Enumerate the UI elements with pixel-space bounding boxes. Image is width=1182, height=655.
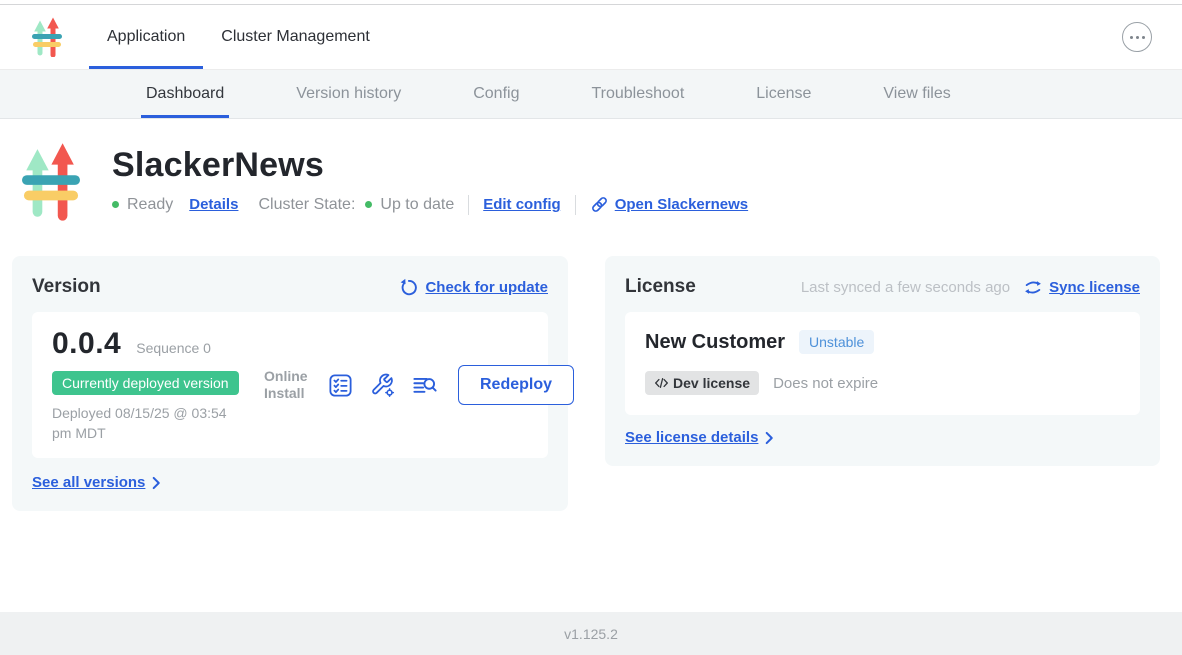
page-title: SlackerNews	[112, 147, 748, 184]
more-menu-button[interactable]	[1122, 22, 1152, 52]
last-synced-label: Last synced a few seconds ago	[801, 279, 1010, 296]
tab-troubleshoot[interactable]: Troubleshoot	[586, 70, 689, 118]
app-status-dot-icon	[112, 201, 119, 208]
edit-config-link[interactable]: Edit config	[483, 196, 561, 213]
check-for-update-link[interactable]: Check for update	[399, 278, 548, 297]
edit-config-button[interactable]	[368, 371, 396, 399]
chevron-right-icon	[152, 476, 161, 490]
app-logo-nav[interactable]	[32, 17, 62, 57]
see-license-details-label: See license details	[625, 429, 758, 446]
app-status-row: Ready Details Cluster State: Up to date …	[112, 195, 748, 215]
cluster-state-value: Up to date	[380, 196, 454, 214]
cluster-state-dot-icon	[365, 201, 372, 208]
sync-arrows-icon	[1024, 279, 1042, 296]
primary-tabs: Application Cluster Management	[89, 5, 388, 69]
open-app-label: Open Slackernews	[615, 196, 748, 213]
version-card: Version Check for update 0.0.4 Sequ	[12, 256, 568, 511]
license-type-label: Dev license	[673, 375, 750, 391]
license-card: License Last synced a few seconds ago	[605, 256, 1160, 466]
preflight-checklist-icon	[327, 372, 354, 399]
divider	[575, 195, 576, 215]
logs-search-icon	[411, 372, 438, 399]
slackernews-logo-icon	[32, 17, 62, 57]
dashboard-cards: Version Check for update 0.0.4 Sequ	[12, 256, 1160, 511]
deployed-timestamp: Deployed 08/15/25 @ 03:54 pm MDT	[52, 404, 247, 443]
app-header: SlackerNews Ready Details Cluster State:…	[0, 119, 1182, 221]
see-all-versions-label: See all versions	[32, 474, 145, 491]
sequence-label: Sequence 0	[136, 340, 211, 356]
preflight-checks-button[interactable]	[326, 371, 354, 399]
tab-license[interactable]: License	[751, 70, 816, 118]
tab-application[interactable]: Application	[89, 5, 203, 69]
footer: v1.125.2	[0, 612, 1182, 655]
tab-version-history[interactable]: Version history	[291, 70, 406, 118]
license-type-badge: Dev license	[645, 371, 759, 395]
see-all-versions-link[interactable]: See all versions	[32, 474, 548, 491]
license-panel: New Customer Unstable Dev license	[625, 312, 1140, 415]
chevron-right-icon	[765, 431, 774, 445]
license-card-title: License	[625, 276, 696, 298]
sync-license-label: Sync license	[1049, 279, 1140, 296]
slackernews-logo-large-icon	[22, 141, 80, 221]
open-app-link[interactable]: Open Slackernews	[590, 195, 748, 214]
customer-name: New Customer	[645, 331, 785, 354]
tab-view-files[interactable]: View files	[878, 70, 955, 118]
deploy-logs-button[interactable]	[410, 371, 438, 399]
see-license-details-link[interactable]: See license details	[625, 429, 1140, 446]
sync-license-link[interactable]: Sync license	[1024, 279, 1140, 296]
version-card-title: Version	[32, 276, 101, 298]
check-for-update-label: Check for update	[425, 279, 548, 296]
nav-right	[1122, 22, 1152, 52]
ellipsis-icon	[1130, 36, 1145, 39]
primary-nav: Application Cluster Management	[0, 5, 1182, 70]
install-type-label: Online Install	[264, 368, 312, 403]
deployed-badge: Currently deployed version	[52, 371, 239, 395]
tab-cluster-management[interactable]: Cluster Management	[203, 5, 388, 69]
cluster-state-label: Cluster State:	[258, 196, 355, 214]
app-subnav: Dashboard Version history Config Trouble…	[0, 70, 1182, 119]
tab-dashboard[interactable]: Dashboard	[141, 70, 229, 118]
divider	[468, 195, 469, 215]
console-version-label: v1.125.2	[564, 626, 618, 642]
admin-console-page: Application Cluster Management Dashboard…	[0, 0, 1182, 655]
code-icon	[654, 377, 669, 389]
channel-badge: Unstable	[799, 330, 874, 354]
redeploy-button[interactable]: Redeploy	[458, 365, 574, 405]
refresh-icon	[399, 278, 418, 297]
details-link[interactable]: Details	[189, 196, 238, 213]
wrench-gear-icon	[369, 372, 396, 399]
link-chain-icon	[590, 195, 609, 214]
content-spacer	[0, 511, 1182, 612]
license-expiry: Does not expire	[773, 375, 878, 392]
version-number: 0.0.4	[52, 327, 121, 361]
tab-config[interactable]: Config	[468, 70, 524, 118]
current-version-panel: 0.0.4 Sequence 0 Currently deployed vers…	[32, 312, 548, 458]
app-status-label: Ready	[127, 196, 173, 214]
